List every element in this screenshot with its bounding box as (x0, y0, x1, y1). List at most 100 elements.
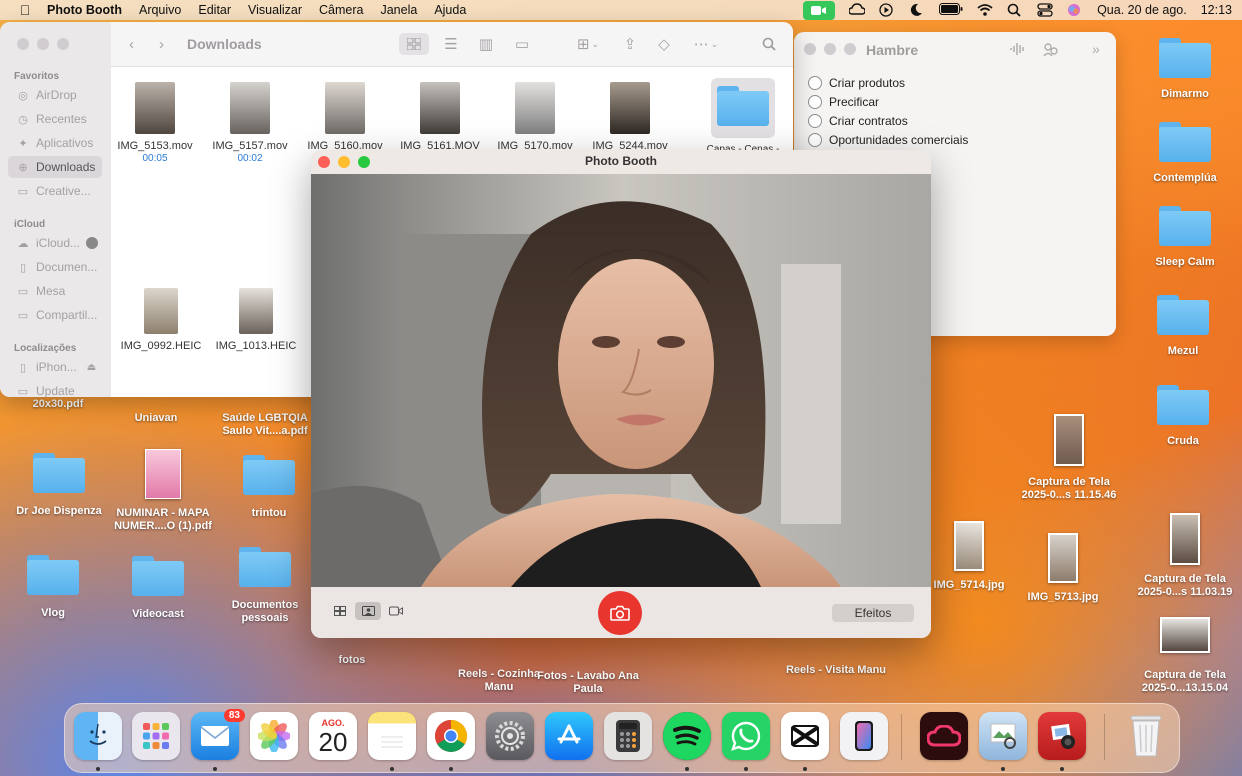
launchpad-icon[interactable] (132, 712, 180, 760)
photos-icon[interactable] (250, 712, 298, 760)
menu-arquivo[interactable]: Arquivo (139, 3, 181, 17)
menubar-time[interactable]: 12:13 (1201, 3, 1232, 17)
spotlight-search-icon[interactable] (1007, 3, 1023, 17)
desktop-folder-vlog[interactable]: Vlog (0, 555, 108, 620)
desktop-file-numinar-pdf[interactable]: NUMINAR - MAPA NUMER....O (1).pdf (108, 449, 218, 533)
desktop-folder-trintou[interactable]: trintou (214, 455, 324, 520)
menubar-date[interactable]: Qua. 20 de ago. (1097, 3, 1187, 17)
video-mode-icon[interactable] (383, 602, 409, 620)
photo-booth-icon[interactable] (1038, 712, 1086, 760)
file-item[interactable]: IMG_5161.MOV (395, 82, 485, 152)
sidebar-item-documentos[interactable]: ▯ Documen... (8, 256, 102, 278)
close-button[interactable] (804, 43, 816, 55)
wifi-icon[interactable] (977, 3, 993, 17)
desktop-folder-dr-joe-dispenza[interactable]: Dr Joe Dispenza (4, 453, 114, 518)
checklist-item[interactable]: Criar produtos (808, 76, 905, 90)
creative-cloud-app-icon[interactable] (920, 712, 968, 760)
file-item[interactable]: IMG_5153.mov 00:05 (110, 82, 200, 164)
list-view-button[interactable]: ☰ (441, 33, 461, 55)
close-button[interactable] (17, 38, 29, 50)
file-item[interactable]: IMG_1013.HEIC (211, 288, 301, 352)
file-item[interactable]: IMG_0992.HEIC (116, 288, 206, 352)
share-collaborate-icon[interactable] (1042, 41, 1060, 62)
desktop-folder-fotos-lavabo[interactable]: Fotos - Lavabo Ana Paula (533, 670, 643, 696)
desktop-file-20x30-pdf[interactable]: 20x30.pdf (3, 398, 113, 411)
checklist-item[interactable]: Oportunidades comerciais (808, 133, 968, 147)
finder-icon[interactable] (74, 712, 122, 760)
eject-icon[interactable]: ⏏ (87, 362, 96, 373)
battery-icon[interactable] (939, 3, 963, 17)
sidebar-item-downloads[interactable]: ⊕ Downloads (8, 156, 102, 178)
back-button[interactable]: ‹ (129, 33, 134, 55)
chrome-icon[interactable] (427, 712, 475, 760)
tag-icon[interactable]: ◇ (655, 33, 673, 55)
menu-janela[interactable]: Janela (380, 3, 417, 17)
sidebar-item-creative[interactable]: ▭ Creative... (8, 180, 102, 202)
desktop-folder-documentos-pessoais[interactable]: Documentos pessoais (210, 547, 320, 625)
desktop-screenshot-131504[interactable]: Captura de Tela 2025-0...13.15.04 (1130, 617, 1240, 695)
mail-icon[interactable]: 83 (191, 709, 245, 760)
sidebar-item-icloud-drive[interactable]: ☁ iCloud... (8, 232, 102, 254)
menu-app-name[interactable]: Photo Booth (47, 3, 122, 17)
minimize-button[interactable] (37, 38, 49, 50)
more-actions-button[interactable]: ⋯ ⌄ (691, 33, 721, 55)
moon-icon[interactable] (909, 3, 925, 17)
desktop-folder-uniavan[interactable]: Uniavan (101, 398, 211, 425)
four-photos-mode-icon[interactable] (327, 602, 353, 620)
menu-visualizar[interactable]: Visualizar (248, 3, 302, 17)
camera-in-use-icon[interactable] (803, 0, 836, 20)
sidebar-item-airdrop[interactable]: ◎ AirDrop (8, 84, 102, 106)
desktop-screenshot-111546[interactable]: Captura de Tela 2025-0...s 11.15.46 (1014, 414, 1124, 502)
file-item[interactable]: IMG_5160.mov (300, 82, 390, 152)
desktop-folder-contemplua[interactable]: Contemplúa (1130, 122, 1240, 185)
chevron-right-double-icon[interactable]: » (1092, 41, 1100, 57)
file-item[interactable]: IMG_5170.mov (490, 82, 580, 152)
effects-button[interactable]: Efeitos (832, 604, 914, 622)
take-photo-button[interactable] (598, 591, 642, 635)
control-center-icon[interactable] (1037, 3, 1053, 17)
file-item[interactable]: IMG_5244.mov (585, 82, 675, 152)
calendar-icon[interactable]: AGO. 20 (309, 712, 357, 760)
sidebar-item-recentes[interactable]: ◷ Recentes (8, 108, 102, 130)
sidebar-item-update[interactable]: ▭ Update (8, 380, 102, 397)
zoom-button[interactable] (844, 43, 856, 55)
checkbox[interactable] (808, 76, 822, 90)
menu-editar[interactable]: Editar (198, 3, 231, 17)
sidebar-item-compartilhado[interactable]: ▭ Compartil... (8, 304, 102, 326)
checklist-item[interactable]: Precificar (808, 95, 879, 109)
checklist-item[interactable]: Criar contratos (808, 114, 908, 128)
whatsapp-icon[interactable] (722, 712, 770, 760)
spotify-icon[interactable] (663, 712, 711, 760)
sidebar-item-mesa[interactable]: ▭ Mesa (8, 280, 102, 302)
audio-waveform-icon[interactable] (1010, 42, 1026, 59)
capcut-icon[interactable] (781, 712, 829, 760)
menu-camera[interactable]: Câmera (319, 3, 363, 17)
desktop-file-saude-lgbtqia[interactable]: Saúde LGBTQIA Saulo Vit....a.pdf (210, 398, 320, 438)
minimize-button[interactable] (824, 43, 836, 55)
search-icon[interactable] (759, 33, 779, 55)
zoom-button[interactable] (57, 38, 69, 50)
desktop-folder-mezul[interactable]: Mezul (1128, 295, 1238, 358)
file-item[interactable]: IMG_5157.mov 00:02 (205, 82, 295, 164)
share-icon[interactable]: ⇪ (621, 33, 639, 55)
single-photo-mode-icon[interactable] (355, 602, 381, 620)
iphone-mirroring-icon[interactable] (840, 712, 888, 760)
desktop-folder-fotos[interactable]: fotos (297, 654, 407, 667)
desktop-folder-videocast[interactable]: Videocast (103, 556, 213, 621)
desktop-folder-dimarmo[interactable]: Dimarmo (1130, 38, 1240, 101)
checkbox[interactable] (808, 95, 822, 109)
checkbox[interactable] (808, 133, 822, 147)
siri-icon[interactable] (1067, 3, 1083, 17)
column-view-button[interactable]: ▥ (476, 33, 496, 55)
app-store-icon[interactable] (545, 712, 593, 760)
desktop-screenshot-110319[interactable]: Captura de Tela 2025-0...s 11.03.19 (1130, 513, 1240, 599)
notes-icon[interactable] (368, 712, 416, 760)
sidebar-item-aplicativos[interactable]: ✦ Aplicativos (8, 132, 102, 154)
menu-ajuda[interactable]: Ajuda (434, 3, 466, 17)
creative-cloud-icon[interactable] (848, 3, 866, 17)
sidebar-item-iphone[interactable]: ▯ iPhon... ⏏ (8, 356, 102, 378)
gallery-view-button[interactable]: ▭ (511, 33, 533, 55)
checkbox[interactable] (808, 114, 822, 128)
forward-button[interactable]: › (159, 33, 164, 55)
group-button[interactable]: ⊞ ⌄ (573, 33, 603, 55)
